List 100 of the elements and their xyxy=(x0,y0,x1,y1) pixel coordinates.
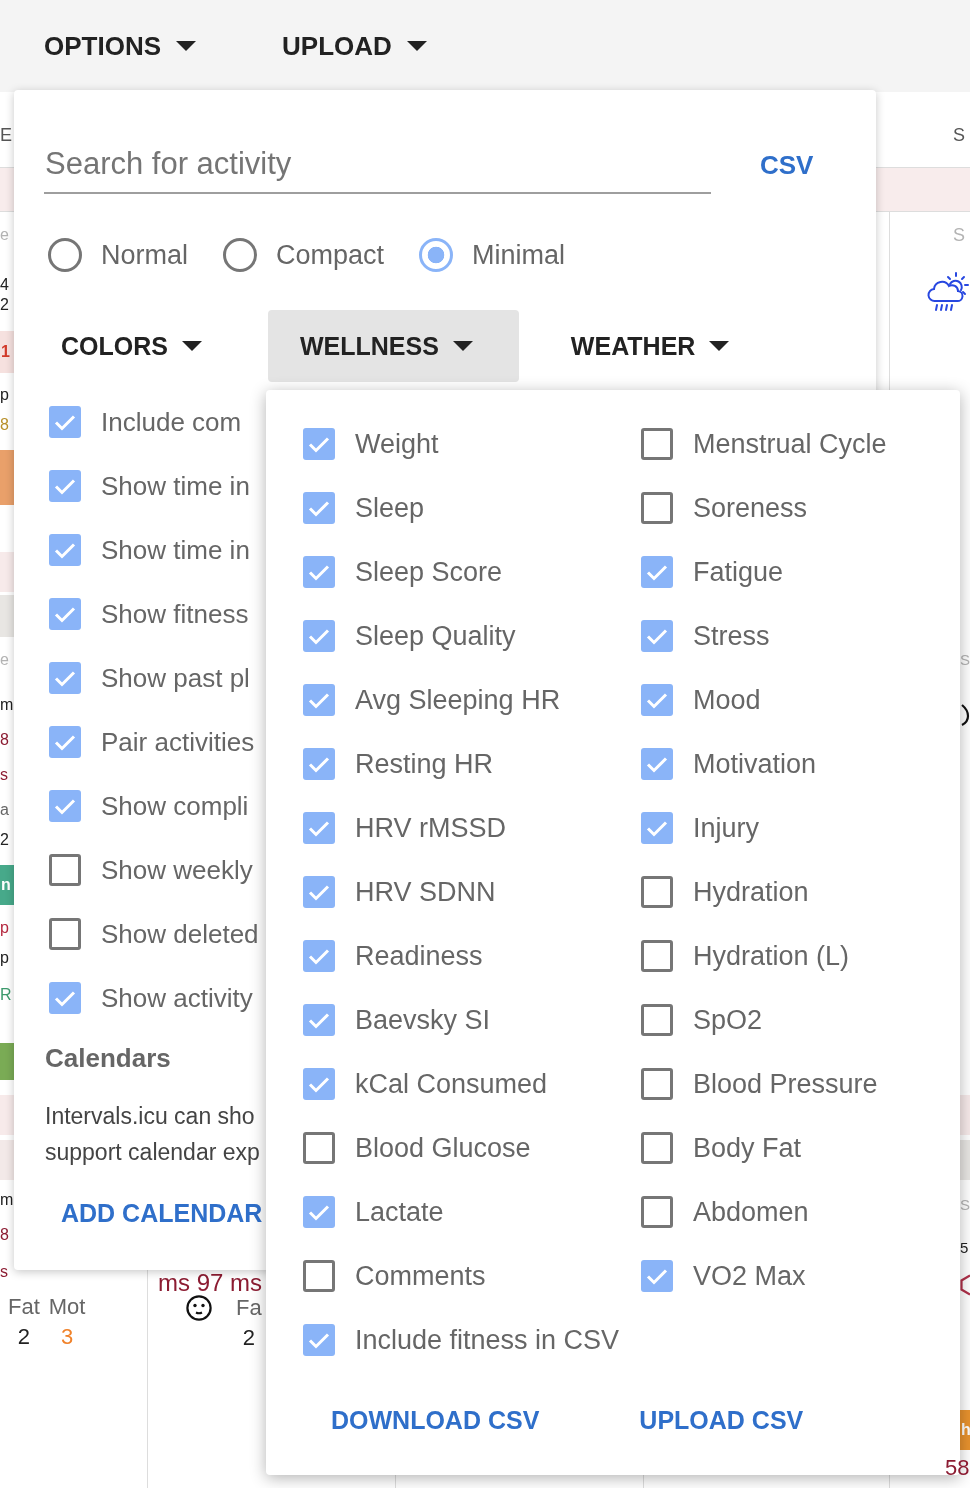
menu-button[interactable]: OPTIONS xyxy=(44,22,196,70)
checkbox-option[interactable]: Stress xyxy=(641,604,770,668)
checkbox[interactable] xyxy=(303,428,335,460)
menu-button[interactable]: UPLOAD xyxy=(282,22,427,70)
checkbox[interactable] xyxy=(641,684,673,716)
checkbox-option[interactable]: Comments xyxy=(303,1244,486,1308)
checkbox-option[interactable]: HRV SDNN xyxy=(303,860,496,924)
checkbox[interactable] xyxy=(641,1196,673,1228)
checkbox[interactable] xyxy=(303,812,335,844)
checkbox-option[interactable]: HRV rMSSD xyxy=(303,796,507,860)
checkbox[interactable] xyxy=(641,620,673,652)
checkbox-option[interactable]: Include fitness in CSV xyxy=(303,1308,620,1372)
checkbox-option[interactable]: Show activity xyxy=(49,966,253,1030)
checkbox-option[interactable]: Fatigue xyxy=(641,540,784,604)
checkbox[interactable] xyxy=(303,1068,335,1100)
radio-option[interactable]: Normal xyxy=(48,238,188,272)
dropdown-button[interactable]: COLORS xyxy=(29,310,248,382)
checkbox-option[interactable]: Show time in xyxy=(49,454,250,518)
checkbox[interactable] xyxy=(641,1132,673,1164)
checkbox-option[interactable]: Weight xyxy=(303,412,439,476)
radio-option[interactable]: Compact xyxy=(223,238,385,272)
dropdown-button[interactable]: WELLNESS xyxy=(267,310,519,382)
checkbox-option[interactable]: Sleep Score xyxy=(303,540,503,604)
calendar-text: S xyxy=(960,650,970,670)
checkbox[interactable] xyxy=(49,470,81,502)
checkbox[interactable] xyxy=(303,1260,335,1292)
checkbox-option[interactable]: Show deleted xyxy=(49,902,259,966)
caret-icon xyxy=(452,341,473,351)
radio-button[interactable] xyxy=(223,238,257,272)
checkbox-option[interactable]: Menstrual Cycle xyxy=(641,412,887,476)
checkbox[interactable] xyxy=(49,598,81,630)
checkbox-option[interactable]: Hydration (L) xyxy=(641,924,850,988)
checkbox[interactable] xyxy=(49,534,81,566)
checkbox[interactable] xyxy=(641,428,673,460)
checkbox-option[interactable]: Motivation xyxy=(641,732,817,796)
checkbox[interactable] xyxy=(641,492,673,524)
checkbox-option[interactable]: Abdomen xyxy=(641,1180,809,1244)
checkbox-option[interactable]: Blood Pressure xyxy=(641,1052,878,1116)
checkbox-option[interactable]: Resting HR xyxy=(303,732,494,796)
checkbox[interactable] xyxy=(49,918,81,950)
checkbox[interactable] xyxy=(641,556,673,588)
checkbox[interactable] xyxy=(49,854,81,886)
checkbox[interactable] xyxy=(303,876,335,908)
checkbox-option[interactable]: Show past pl xyxy=(49,646,250,710)
checkbox-option[interactable]: Show weekly xyxy=(49,838,253,902)
checkbox[interactable] xyxy=(49,406,81,438)
search-field[interactable]: Search for activity xyxy=(44,136,711,194)
checkbox-option[interactable]: Lactate xyxy=(303,1180,444,1244)
checkbox-option[interactable]: Avg Sleeping HR xyxy=(303,668,561,732)
metric-label: Mot xyxy=(48,1295,86,1319)
download-button[interactable]: DOWNLOAD CSV xyxy=(315,1392,556,1448)
weather-icon xyxy=(925,270,969,314)
caret-icon xyxy=(181,341,202,351)
checkbox[interactable] xyxy=(641,748,673,780)
calendar-text: s xyxy=(0,1262,8,1282)
checkbox-option[interactable]: VO2 Max xyxy=(641,1244,806,1308)
radio-option[interactable]: Minimal xyxy=(419,238,566,272)
checkbox[interactable] xyxy=(303,940,335,972)
checkbox-option[interactable]: SpO2 xyxy=(641,988,763,1052)
checkbox[interactable] xyxy=(303,1132,335,1164)
checkbox[interactable] xyxy=(641,940,673,972)
checkbox-option[interactable]: Hydration xyxy=(641,860,809,924)
checkbox[interactable] xyxy=(49,726,81,758)
checkbox-option[interactable]: Soreness xyxy=(641,476,808,540)
checkbox-option[interactable]: Blood Glucose xyxy=(303,1116,531,1180)
checkbox[interactable] xyxy=(641,812,673,844)
checkbox[interactable] xyxy=(303,556,335,588)
checkbox[interactable] xyxy=(641,1004,673,1036)
checkbox-option[interactable]: kCal Consumed xyxy=(303,1052,548,1116)
checkbox-option[interactable]: Sleep xyxy=(303,476,425,540)
checkbox[interactable] xyxy=(49,790,81,822)
checkbox-option[interactable]: Show compli xyxy=(49,774,249,838)
checkbox[interactable] xyxy=(303,492,335,524)
checkbox-option[interactable]: Include com xyxy=(49,390,242,454)
checkbox-option[interactable]: Show time in xyxy=(49,518,250,582)
checkbox-option[interactable]: Mood xyxy=(641,668,761,732)
checkbox-option[interactable]: Body Fat xyxy=(641,1116,802,1180)
checkbox-option[interactable]: Baevsky SI xyxy=(303,988,491,1052)
radio-button[interactable] xyxy=(419,238,454,272)
dropdown-button[interactable]: WEATHER xyxy=(538,310,776,382)
checkbox-option[interactable]: Pair activities xyxy=(49,710,255,774)
checkbox[interactable] xyxy=(641,876,673,908)
checkbox[interactable] xyxy=(303,1004,335,1036)
csv-link[interactable]: CSV xyxy=(760,145,814,185)
checkbox-option[interactable]: Injury xyxy=(641,796,760,860)
checkbox[interactable] xyxy=(49,662,81,694)
checkbox[interactable] xyxy=(641,1260,673,1292)
upload-button[interactable]: UPLOAD CSV xyxy=(623,1392,820,1448)
checkbox[interactable] xyxy=(303,1196,335,1228)
checkbox-option[interactable]: Readiness xyxy=(303,924,483,988)
checkbox[interactable] xyxy=(641,1068,673,1100)
checkbox-option[interactable]: Show fitness xyxy=(49,582,249,646)
checkbox-option[interactable]: Sleep Quality xyxy=(303,604,516,668)
checkbox[interactable] xyxy=(303,684,335,716)
radio-button[interactable] xyxy=(48,238,82,272)
checkbox[interactable] xyxy=(303,620,335,652)
checkbox[interactable] xyxy=(303,1324,335,1356)
checkbox[interactable] xyxy=(303,748,335,780)
checkbox[interactable] xyxy=(49,982,81,1014)
arc-icon xyxy=(960,703,970,727)
